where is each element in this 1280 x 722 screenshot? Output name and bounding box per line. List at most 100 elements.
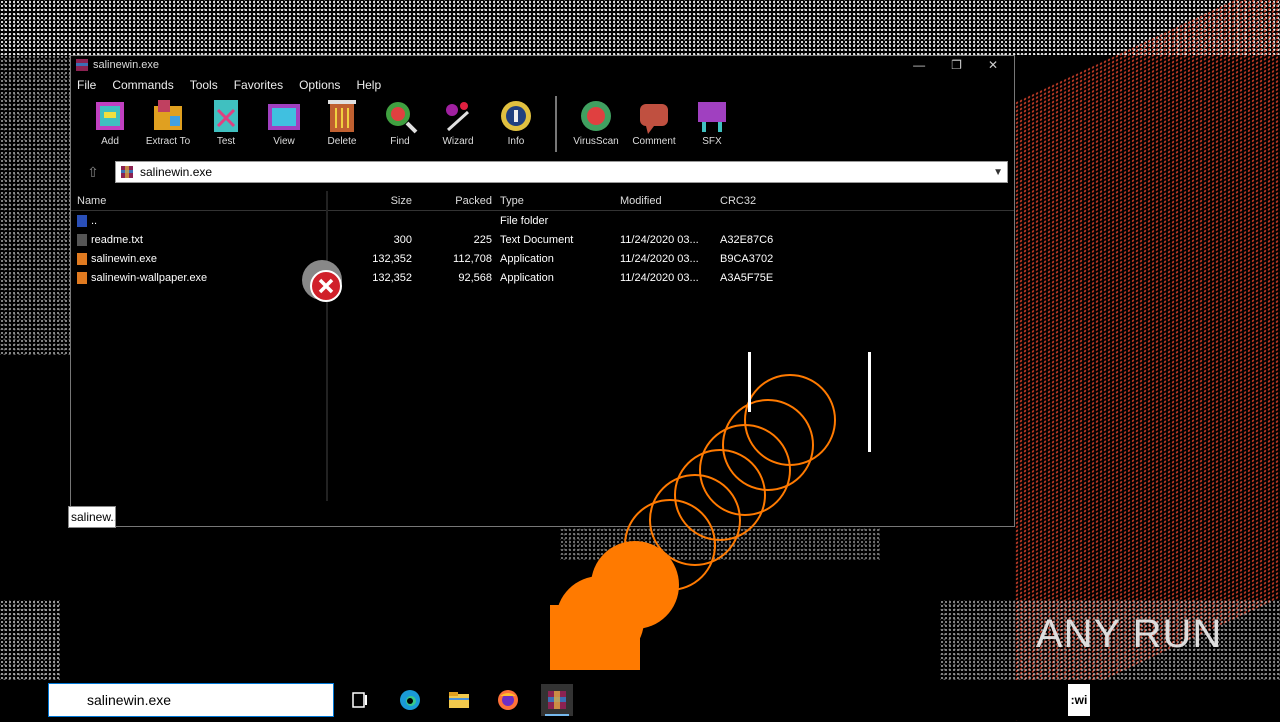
find-label: Find	[390, 136, 410, 147]
desktop-noise-top	[0, 0, 1280, 55]
add-icon	[96, 102, 124, 130]
wizard-label: Wizard	[442, 136, 474, 147]
desktop-noise-bottom-left	[0, 600, 60, 680]
menu-commands[interactable]: Commands	[112, 78, 173, 92]
row-packed: 225	[473, 233, 492, 246]
col-header-type[interactable]: Type	[492, 195, 620, 207]
toolbar: Add Extract To Test View Delete Find Wiz…	[71, 96, 1014, 156]
title-bar[interactable]: salinewin.exe — ❐ ✕	[71, 56, 1014, 74]
table-row[interactable]: salinewin-wallpaper.exe 132,352 92,568 A…	[71, 268, 1014, 287]
menu-file[interactable]: File	[77, 78, 96, 92]
row-type: File folder	[500, 214, 549, 227]
firefox-icon[interactable]	[492, 684, 524, 716]
table-row[interactable]: salinewin.exe 132,352 112,708 Applicatio…	[71, 249, 1014, 268]
row-name: salinewin.exe	[91, 252, 158, 265]
menu-options[interactable]: Options	[299, 78, 340, 92]
row-crc: A32E87C6	[720, 233, 774, 246]
application-icon	[77, 252, 87, 265]
path-value: salinewin.exe	[140, 165, 213, 179]
window-controls: — ❐ ✕	[913, 58, 998, 72]
comment-label: Comment	[632, 136, 676, 147]
virusscan-button[interactable]: VirusScan	[571, 96, 621, 147]
row-name-cell: salinewin.exe	[71, 252, 332, 265]
sfx-button[interactable]: SFX	[687, 96, 737, 147]
file-list-header: Name Size Packed Type Modified CRC32	[71, 191, 1014, 211]
row-modified: 11/24/2020 03...	[620, 271, 699, 284]
view-icon	[268, 104, 300, 130]
row-packed: 112,708	[453, 252, 492, 265]
col-header-modified[interactable]: Modified	[620, 195, 720, 207]
info-button[interactable]: Info	[491, 96, 541, 147]
path-field[interactable]: salinewin.exe ▼	[115, 161, 1008, 183]
table-row[interactable]: readme.txt 300 225 Text Document 11/24/2…	[71, 230, 1014, 249]
extract-to-button[interactable]: Extract To	[143, 96, 193, 147]
minimize-button[interactable]: —	[913, 58, 925, 72]
edge-icon[interactable]	[394, 684, 426, 716]
row-crc: B9CA3702	[720, 252, 774, 265]
sfx-label: SFX	[702, 136, 722, 147]
row-crc: A3A5F75E	[720, 271, 774, 284]
table-row[interactable]: .. File folder	[71, 211, 1014, 230]
error-icon	[302, 260, 342, 302]
taskbar-search-input[interactable]: salinewin.exe	[48, 683, 334, 717]
wizard-button[interactable]: Wizard	[433, 96, 483, 147]
row-size: 300	[393, 233, 412, 246]
sfx-icon	[698, 102, 726, 132]
chevron-down-icon[interactable]: ▼	[993, 167, 1003, 178]
window-title: salinewin.exe	[93, 59, 160, 71]
task-view-icon[interactable]	[344, 684, 376, 716]
tooltip: salinew...	[68, 506, 116, 528]
close-button[interactable]: ✕	[988, 58, 998, 72]
row-modified: 11/24/2020 03...	[620, 252, 699, 265]
maximize-button[interactable]: ❐	[951, 58, 962, 72]
find-button[interactable]: Find	[375, 96, 425, 147]
wizard-icon	[446, 102, 470, 132]
delete-button[interactable]: Delete	[317, 96, 367, 147]
virusscan-icon	[581, 101, 611, 131]
winrar-app-icon	[76, 59, 88, 71]
col-header-crc[interactable]: CRC32	[720, 195, 790, 207]
delete-icon	[328, 100, 356, 132]
info-icon	[501, 101, 531, 131]
col-header-name[interactable]: Name	[71, 195, 332, 207]
menu-help[interactable]: Help	[356, 78, 381, 92]
up-one-level-button[interactable]: ⇧	[71, 160, 115, 184]
extract-icon	[154, 100, 182, 130]
up-arrow-icon: ⇧	[87, 163, 99, 180]
file-explorer-icon[interactable]	[443, 684, 475, 716]
menu-favorites[interactable]: Favorites	[234, 78, 283, 92]
text-file-icon	[77, 233, 87, 246]
info-label: Info	[507, 136, 525, 147]
test-button[interactable]: Test	[201, 96, 251, 147]
toolbar-separator	[555, 96, 557, 152]
menu-tools[interactable]: Tools	[190, 78, 218, 92]
col-header-size[interactable]: Size	[332, 195, 412, 207]
application-icon	[77, 271, 87, 284]
address-bar: ⇧ salinewin.exe ▼	[71, 160, 1014, 184]
test-label: Test	[216, 136, 236, 147]
orange-swirl-graphic	[550, 352, 871, 670]
row-packed: 92,568	[458, 271, 492, 284]
virusscan-label: VirusScan	[573, 136, 619, 147]
add-label: Add	[101, 136, 119, 147]
row-name-cell: salinewin-wallpaper.exe	[71, 271, 332, 284]
watermark: ANY RUN	[1036, 612, 1222, 657]
winrar-taskbar-icon[interactable]	[541, 684, 573, 716]
tray-text[interactable]: :wi	[1068, 684, 1090, 716]
row-name: readme.txt	[91, 233, 143, 246]
row-type: Application	[500, 271, 554, 284]
view-button[interactable]: View	[259, 96, 309, 147]
row-type: Application	[500, 252, 554, 265]
row-modified: 11/24/2020 03...	[620, 233, 699, 246]
row-name: salinewin-wallpaper.exe	[91, 271, 208, 284]
add-button[interactable]: Add	[85, 96, 135, 147]
watermark-text: ANY RUN	[1036, 612, 1223, 656]
archive-icon	[121, 166, 133, 178]
col-header-packed[interactable]: Packed	[412, 195, 492, 207]
comment-button[interactable]: Comment	[629, 96, 679, 147]
delete-label: Delete	[327, 136, 357, 147]
test-icon	[214, 100, 238, 132]
search-value: salinewin.exe	[87, 692, 172, 708]
row-type: Text Document	[500, 233, 574, 246]
row-name: ..	[91, 214, 98, 227]
